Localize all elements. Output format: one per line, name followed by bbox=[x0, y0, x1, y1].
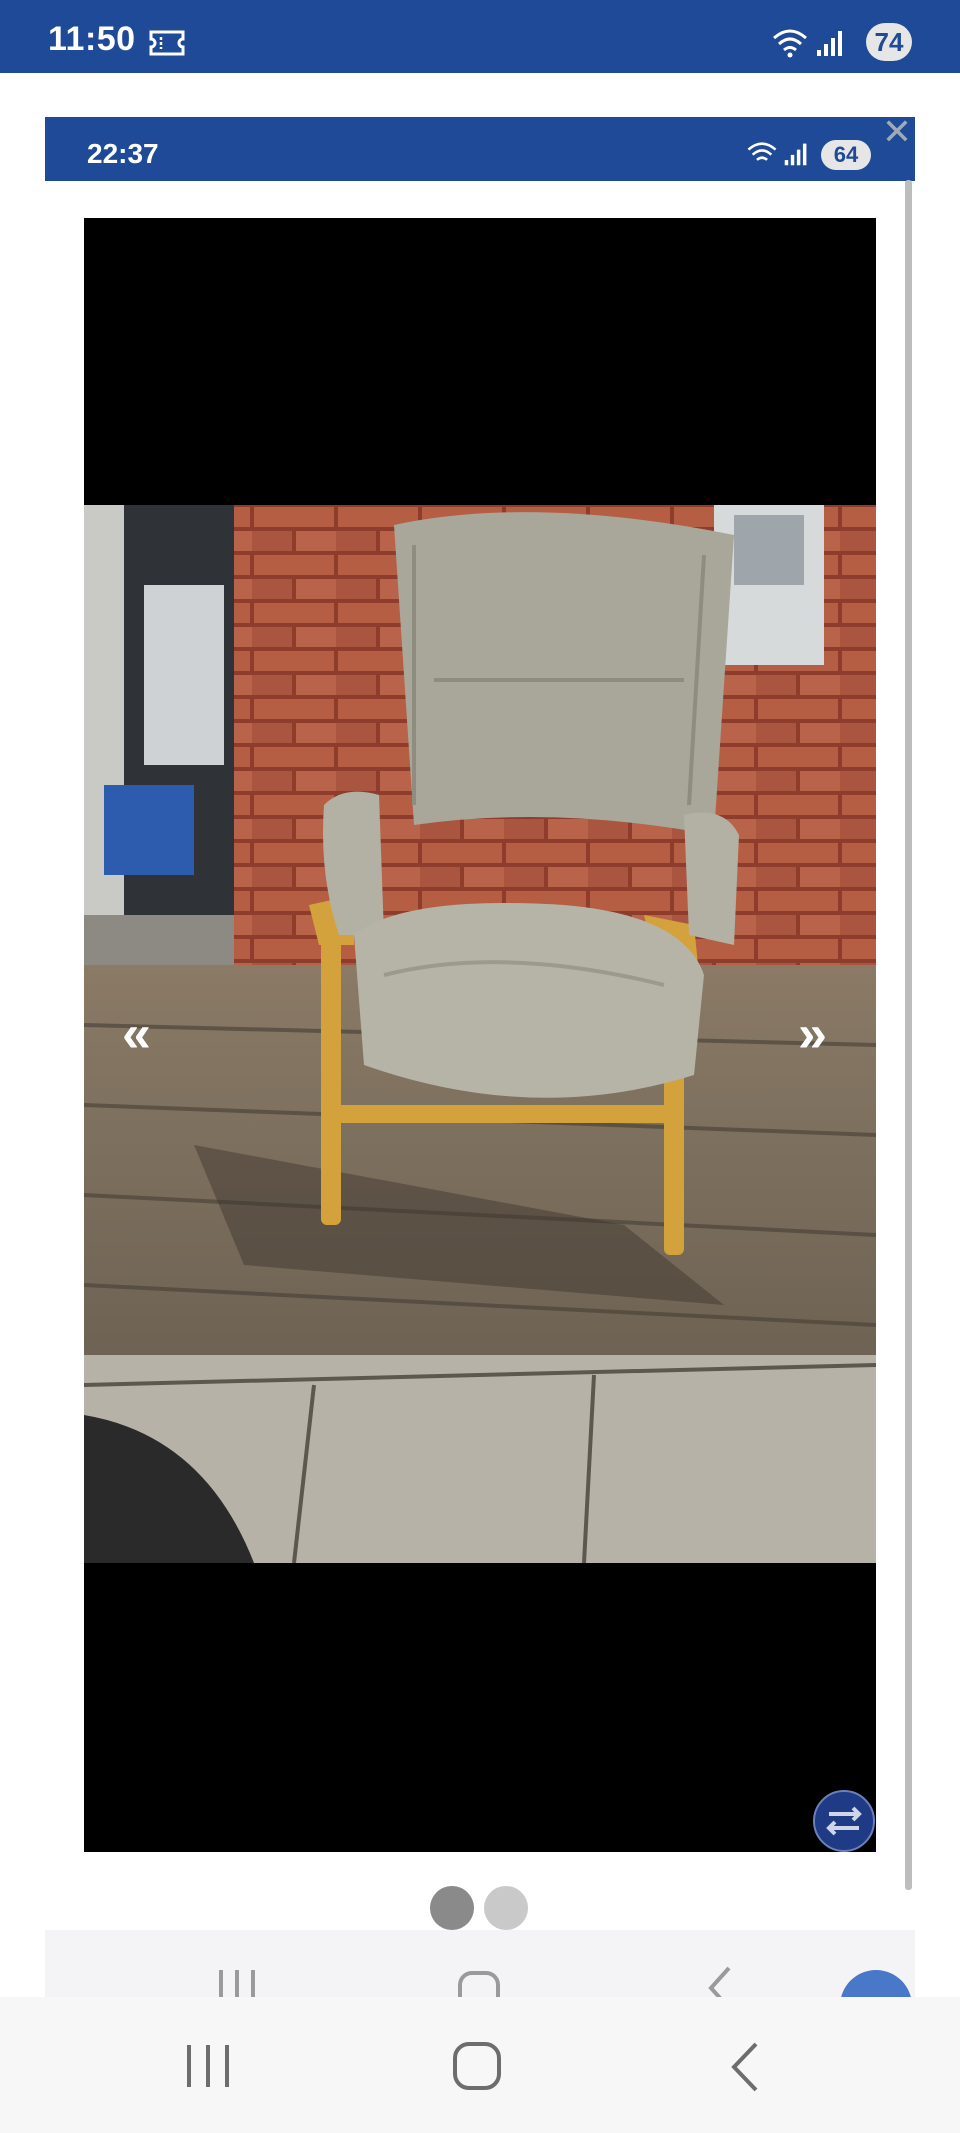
inner-back-icon bbox=[708, 1966, 731, 1997]
signal-icon bbox=[817, 31, 842, 56]
ticket-icon bbox=[149, 30, 185, 56]
status-time: 11:50 bbox=[48, 20, 136, 58]
inner-recent-apps-icon bbox=[219, 1970, 255, 1997]
system-navigation-bar bbox=[0, 1997, 960, 2133]
inner-wifi-icon bbox=[747, 142, 777, 161]
recent-apps-icon[interactable] bbox=[183, 2043, 233, 2089]
pagination-dot[interactable] bbox=[484, 1886, 528, 1930]
home-icon[interactable] bbox=[452, 2041, 502, 2091]
inner-fab-button bbox=[840, 1970, 912, 1997]
inner-navigation-bar bbox=[45, 1930, 915, 1997]
scrollbar[interactable] bbox=[905, 180, 912, 1890]
next-image-button[interactable]: » bbox=[798, 1008, 827, 1060]
inner-signal-icon bbox=[784, 143, 807, 166]
previous-image-button[interactable]: « bbox=[122, 1008, 151, 1060]
swap-arrows-icon[interactable] bbox=[813, 1790, 875, 1852]
close-icon[interactable]: ✕ bbox=[879, 114, 915, 150]
inner-battery-badge: 64 bbox=[821, 140, 871, 170]
pagination-dot-active[interactable] bbox=[430, 1886, 474, 1930]
back-icon[interactable] bbox=[728, 2041, 762, 2093]
chair-photo bbox=[84, 505, 876, 1563]
wifi-icon bbox=[773, 29, 807, 58]
inner-home-icon bbox=[458, 1971, 500, 1997]
inner-status-bar: 22:37 64 bbox=[45, 117, 915, 181]
inner-status-time: 22:37 bbox=[87, 138, 159, 169]
image-viewer[interactable]: « » bbox=[84, 218, 876, 1852]
armchair-photo-illustration bbox=[84, 505, 876, 1563]
status-bar: 11:50 74 bbox=[0, 0, 960, 73]
battery-badge: 74 bbox=[866, 23, 912, 61]
